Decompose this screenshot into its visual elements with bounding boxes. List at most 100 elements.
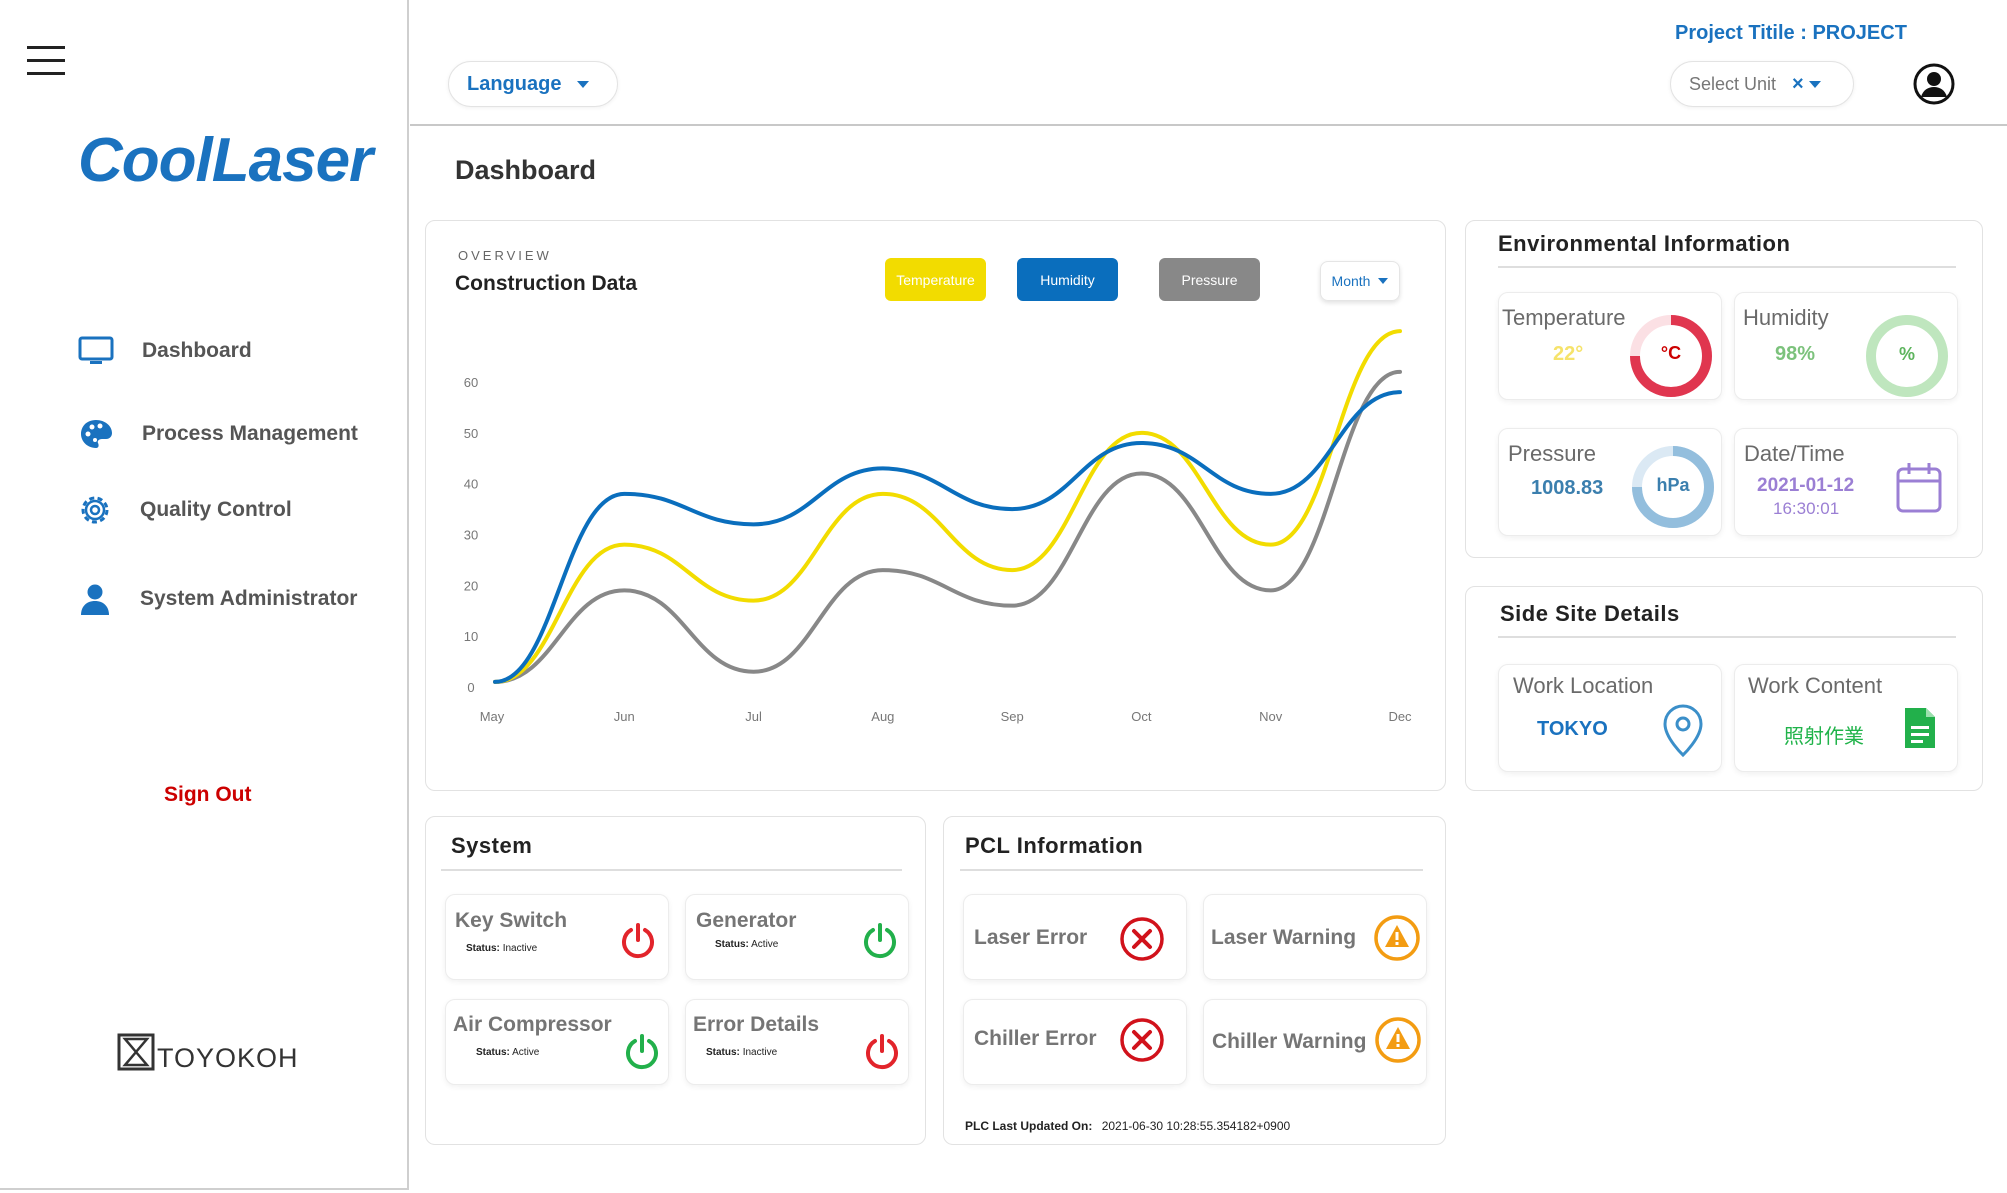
calendar-icon <box>1896 463 1942 513</box>
gear-icon <box>81 496 109 524</box>
sidebar-item-quality-control[interactable]: Quality Control <box>78 490 292 530</box>
x-tick-label: Sep <box>1001 709 1024 724</box>
language-dropdown[interactable]: Language <box>448 61 618 107</box>
x-tick-label: May <box>480 709 505 724</box>
error-details-label: Error Details <box>693 1013 820 1036</box>
x-tick-label: Oct <box>1131 709 1152 724</box>
warning-icon <box>1375 1017 1421 1063</box>
sidebar-item-system-administrator[interactable]: System Administrator <box>78 579 357 619</box>
coollaser-logo: CoolLaser <box>78 126 373 195</box>
status-prefix: Status: <box>715 939 749 950</box>
error-x-icon <box>1120 1018 1164 1062</box>
generator-label: Generator <box>696 909 797 932</box>
select-unit-dropdown[interactable]: Select Unit × <box>1670 61 1854 107</box>
status-prefix: Status: <box>466 943 500 954</box>
temperature-unit: °C <box>1660 343 1682 363</box>
work-location-label: Work Location <box>1513 673 1654 698</box>
divider <box>1498 636 1956 638</box>
time-value: 16:30:01 <box>1773 499 1840 518</box>
y-tick-label: 60 <box>464 375 478 390</box>
warning-icon <box>1374 915 1420 961</box>
series-line-temperature <box>493 329 1402 684</box>
laser-error-label: Laser Error <box>974 926 1088 949</box>
hamburger-menu-icon[interactable] <box>27 46 65 75</box>
work-location-value: TOKYO <box>1537 718 1608 740</box>
key-switch-label: Key Switch <box>455 909 568 932</box>
map-pin-icon <box>1663 704 1703 758</box>
temperature-toggle-button[interactable]: Temperature <box>885 258 986 301</box>
plc-last-updated: PLC Last Updated On: 2021-06-30 10:28:55… <box>965 1119 1290 1133</box>
status-value: Active <box>751 939 779 950</box>
date-value: 2021-01-12 <box>1757 475 1855 496</box>
power-icon[interactable] <box>624 1033 660 1071</box>
datetime-label: Date/Time <box>1744 441 1845 466</box>
palette-icon <box>81 420 112 448</box>
project-title: Project Titile : PROJECT <box>1675 22 1907 44</box>
divider <box>1498 266 1956 268</box>
error-x-icon <box>1120 917 1164 961</box>
chiller-warning-label: Chiller Warning <box>1212 1030 1367 1053</box>
environmental-information-title: Environmental Information <box>1498 231 1791 256</box>
account-icon[interactable] <box>1913 63 1955 105</box>
status-prefix: Status: <box>706 1047 740 1058</box>
pressure-unit: hPa <box>1656 475 1690 495</box>
power-icon[interactable] <box>864 1033 900 1071</box>
power-icon[interactable] <box>620 922 656 960</box>
side-site-details-title: Side Site Details <box>1500 601 1680 626</box>
period-dropdown[interactable]: Month <box>1320 261 1400 301</box>
status-value: Inactive <box>742 1047 778 1058</box>
status-prefix: Status: <box>476 1047 510 1058</box>
x-tick-label: Dec <box>1388 709 1412 724</box>
y-tick-label: 10 <box>464 629 478 644</box>
chevron-down-icon[interactable] <box>1808 80 1821 88</box>
system-card <box>425 816 926 1145</box>
system-title: System <box>451 833 533 858</box>
x-tick-label: Nov <box>1259 709 1283 724</box>
pressure-label: Pressure <box>1508 441 1597 466</box>
series-line-humidity <box>493 390 1402 684</box>
humidity-value: 98% <box>1775 343 1816 365</box>
y-tick-label: 30 <box>464 528 478 543</box>
work-content-value: 照射作業 <box>1784 724 1864 748</box>
construction-data-line-chart: 0 10 20 30 40 50 60 May Jun Jul Aug Sep Oct Nov Dec <box>464 329 1412 724</box>
y-tick-label: 20 <box>464 578 478 593</box>
power-icon[interactable] <box>862 922 898 960</box>
x-tick-label: Aug <box>871 709 894 724</box>
temperature-label: Temperature <box>1502 305 1626 330</box>
document-icon <box>1905 708 1935 748</box>
y-tick-label: 50 <box>464 426 478 441</box>
laser-warning-label: Laser Warning <box>1211 926 1357 949</box>
toyokoh-logo: TOYOKOH <box>117 1033 299 1073</box>
x-tick-label: Jul <box>745 709 762 724</box>
monitor-icon <box>78 336 114 364</box>
sidebar-item-label: Quality Control <box>140 498 292 521</box>
page-title: Dashboard <box>455 155 597 185</box>
sidebar-item-process-management[interactable]: Process Management <box>78 414 358 454</box>
air-compressor-status: Status: Active <box>476 1047 539 1058</box>
status-value: Inactive <box>502 943 538 954</box>
sidebar-item-label: System Administrator <box>140 587 358 610</box>
sidebar-item-label: Dashboard <box>142 339 252 362</box>
chevron-down-icon <box>1378 278 1389 284</box>
work-content-label: Work Content <box>1748 673 1883 698</box>
user-icon <box>81 584 109 615</box>
overview-eyebrow: OVERVIEW <box>458 248 552 263</box>
air-compressor-label: Air Compressor <box>453 1013 612 1036</box>
sign-out-link[interactable]: Sign Out <box>164 783 252 807</box>
humidity-label: Humidity <box>1743 305 1829 330</box>
sidebar-item-dashboard[interactable]: Dashboard <box>78 331 252 371</box>
clear-icon[interactable]: × <box>1792 73 1804 96</box>
humidity-toggle-button[interactable]: Humidity <box>1017 258 1118 301</box>
pcl-information-card <box>943 816 1446 1145</box>
chart-title: Construction Data <box>455 272 638 295</box>
toyokoh-wordmark: TOYOKOH <box>157 1043 299 1073</box>
key-switch-status: Status: Inactive <box>466 943 537 954</box>
period-label: Month <box>1331 273 1371 289</box>
plc-updated-value: 2021-06-30 10:28:55.354182+0900 <box>1101 1119 1291 1133</box>
status-value: Active <box>512 1047 540 1058</box>
series-line-pressure <box>493 369 1402 684</box>
divider <box>441 869 902 871</box>
y-tick-label: 0 <box>467 680 474 695</box>
chevron-down-icon <box>577 80 590 88</box>
pressure-toggle-button[interactable]: Pressure <box>1159 258 1260 301</box>
